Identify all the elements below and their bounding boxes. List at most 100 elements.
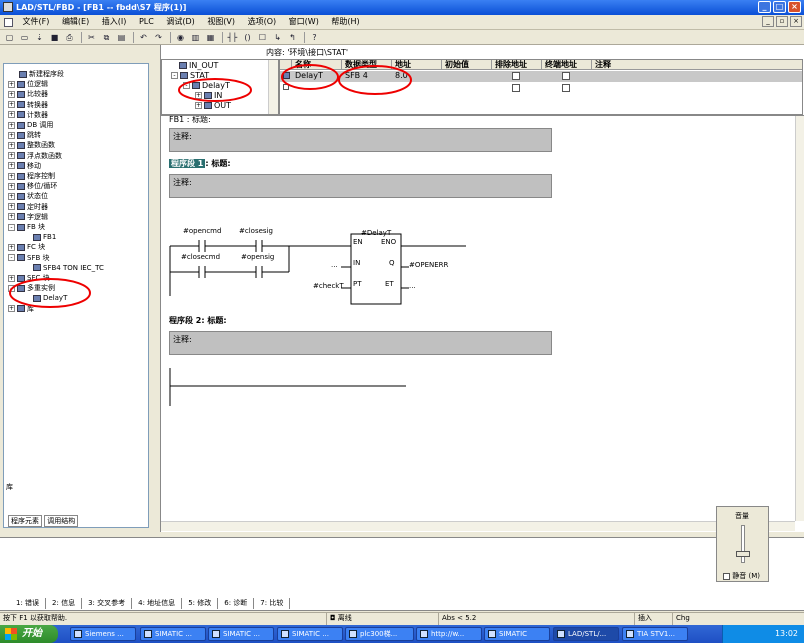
expand-icon[interactable]: + — [8, 274, 15, 282]
tree-item-stat[interactable]: - STAT — [168, 71, 209, 81]
close-button[interactable]: × — [788, 1, 801, 13]
expand-icon[interactable]: + — [8, 203, 15, 211]
terminal-address-checkbox-empty[interactable] — [562, 84, 570, 92]
segment-1-title[interactable]: 程序段 1: 标题: — [169, 158, 231, 169]
expand-icon[interactable]: + — [8, 243, 15, 251]
expand-icon[interactable]: + — [8, 90, 15, 98]
contact-closesig[interactable]: #closesig — [239, 227, 273, 235]
menu-edit[interactable]: 编辑(E) — [57, 15, 94, 29]
expand-icon[interactable]: + — [8, 80, 15, 88]
expand-icon[interactable]: + — [8, 182, 15, 190]
exclude-address-checkbox[interactable] — [512, 72, 520, 80]
editor-scrollbar-vertical[interactable] — [795, 116, 804, 521]
taskbar-button[interactable]: plc300梯... — [345, 627, 414, 641]
menu-file[interactable]: 文件(F) — [18, 15, 55, 29]
tree-item[interactable]: + 移动 — [8, 162, 41, 171]
expand-icon[interactable]: + — [8, 111, 15, 119]
terminal-address-checkbox[interactable] — [562, 72, 570, 80]
download-icon[interactable]: ⇣ — [33, 32, 46, 43]
in-parameter[interactable]: ... — [331, 261, 338, 269]
print-icon[interactable]: ⎙ — [63, 32, 76, 43]
network-icon[interactable]: ▦ — [204, 32, 217, 43]
taskbar-button[interactable]: SIMATIC — [484, 627, 550, 641]
expand-icon[interactable]: + — [8, 131, 15, 139]
tree-item[interactable]: + 整数函数 — [8, 141, 55, 150]
pt-input-operand[interactable]: #checkT — [313, 282, 344, 290]
tree-item[interactable]: - FB 块 — [8, 223, 45, 232]
tree-item[interactable]: + 计数器 — [8, 111, 48, 120]
expand-icon[interactable]: + — [8, 121, 15, 129]
mdi-minimize-button[interactable]: _ — [762, 16, 774, 27]
tree-item[interactable]: + 跳转 — [8, 131, 41, 140]
fb-instance-name[interactable]: #DelayT — [361, 229, 391, 237]
overview-icon[interactable]: ▥ — [189, 32, 202, 43]
tree-item[interactable]: + 程序控制 — [8, 172, 55, 181]
tree-item[interactable]: + 定时器 — [8, 203, 48, 212]
contact-closecmd[interactable]: #closecmd — [181, 253, 220, 261]
tree-item[interactable]: 新建程序段 — [8, 70, 64, 79]
maximize-button[interactable]: □ — [773, 1, 786, 13]
contact-opencmd[interactable]: #opencmd — [183, 227, 221, 235]
mute-checkbox[interactable]: 静音 (M) — [723, 571, 760, 581]
tree-item[interactable]: - SFB 块 — [8, 254, 50, 263]
block-comment[interactable]: 注释: — [169, 128, 552, 152]
tab-cross-reference[interactable]: 3: 交叉参考 — [82, 598, 133, 609]
tree-item[interactable]: + 库 — [8, 305, 34, 314]
collapse-icon[interactable]: - — [8, 284, 15, 292]
taskbar-button[interactable]: LAD/STL/... — [553, 627, 619, 641]
menu-insert[interactable]: 插入(I) — [97, 15, 132, 29]
undo-icon[interactable]: ↶ — [137, 32, 150, 43]
cell-name[interactable]: DelayT — [292, 71, 323, 81]
collapse-icon[interactable]: - — [8, 223, 15, 231]
tree-item[interactable]: + 字逻辑 — [8, 213, 48, 222]
tree-item-delayt[interactable]: - DelayT — [180, 81, 230, 91]
tab-program-elements[interactable]: 程序元素 — [8, 515, 42, 527]
tree-item[interactable]: + FC 块 — [8, 243, 45, 252]
monitor-icon[interactable]: ◉ — [174, 32, 187, 43]
volume-slider[interactable] — [736, 551, 750, 557]
menu-view[interactable]: 视图(V) — [202, 15, 240, 29]
close-branch-icon[interactable]: ↰ — [286, 32, 299, 43]
tab-call-structure[interactable]: 调用结构 — [44, 515, 79, 527]
tab-info[interactable]: 2: 信息 — [46, 598, 83, 609]
exclude-address-checkbox-empty[interactable] — [512, 84, 520, 92]
mdi-restore-button[interactable]: ▫ — [776, 16, 788, 27]
segment-1-comment[interactable]: 注释: — [169, 174, 552, 198]
tree-item[interactable]: + 位逻辑 — [8, 80, 48, 89]
tree-item-in[interactable]: + IN — [192, 91, 222, 101]
expand-icon[interactable]: + — [8, 172, 15, 180]
ladder-editor[interactable]: FB1 : 标题: 注释: 程序段 1: 标题: 注释: #opencmd #c… — [161, 115, 804, 532]
tab-modify[interactable]: 5: 修改 — [182, 598, 219, 609]
tree-item[interactable]: + 浮点数函数 — [8, 152, 62, 161]
et-output-parameter[interactable]: ... — [409, 282, 416, 290]
save-icon[interactable]: ■ — [48, 32, 61, 43]
taskbar-button[interactable]: SIMATIC ... — [140, 627, 206, 641]
ladder-network-2[interactable] — [161, 366, 421, 411]
expand-icon[interactable]: + — [8, 213, 15, 221]
new-icon[interactable]: ▢ — [3, 32, 16, 43]
help-icon[interactable]: ? — [308, 32, 321, 43]
open-icon[interactable]: ▭ — [18, 32, 31, 43]
collapse-icon[interactable]: - — [8, 254, 15, 262]
redo-icon[interactable]: ↷ — [152, 32, 165, 43]
tree-item[interactable]: + 转换器 — [8, 101, 48, 110]
tree-item-in-out[interactable]: IN_OUT — [176, 61, 218, 71]
tree-item[interactable]: + 移位/循环 — [8, 182, 57, 191]
expand-icon[interactable]: + — [8, 152, 15, 160]
expand-icon[interactable]: + — [8, 305, 15, 313]
tab-address-info[interactable]: 4: 地址信息 — [132, 598, 183, 609]
menu-debug[interactable]: 调试(D) — [161, 15, 199, 29]
tree-item[interactable]: - 多重实例 — [8, 284, 55, 293]
expand-icon[interactable]: + — [8, 162, 15, 170]
expand-icon[interactable]: + — [8, 192, 15, 200]
cell-datatype[interactable]: SFB 4 — [342, 71, 368, 81]
menu-window[interactable]: 窗口(W) — [284, 15, 324, 29]
tab-compare[interactable]: 7: 比较 — [254, 598, 291, 609]
expand-icon[interactable]: + — [8, 101, 15, 109]
taskbar-button[interactable]: Siemens ... — [70, 627, 136, 641]
tab-errors[interactable]: 1: 错误 — [10, 598, 47, 609]
tree-item[interactable]: FB1 — [22, 233, 56, 242]
menu-help[interactable]: 帮助(H) — [326, 15, 364, 29]
editor-scrollbar-horizontal[interactable] — [161, 521, 795, 531]
cut-icon[interactable]: ✂ — [85, 32, 98, 43]
